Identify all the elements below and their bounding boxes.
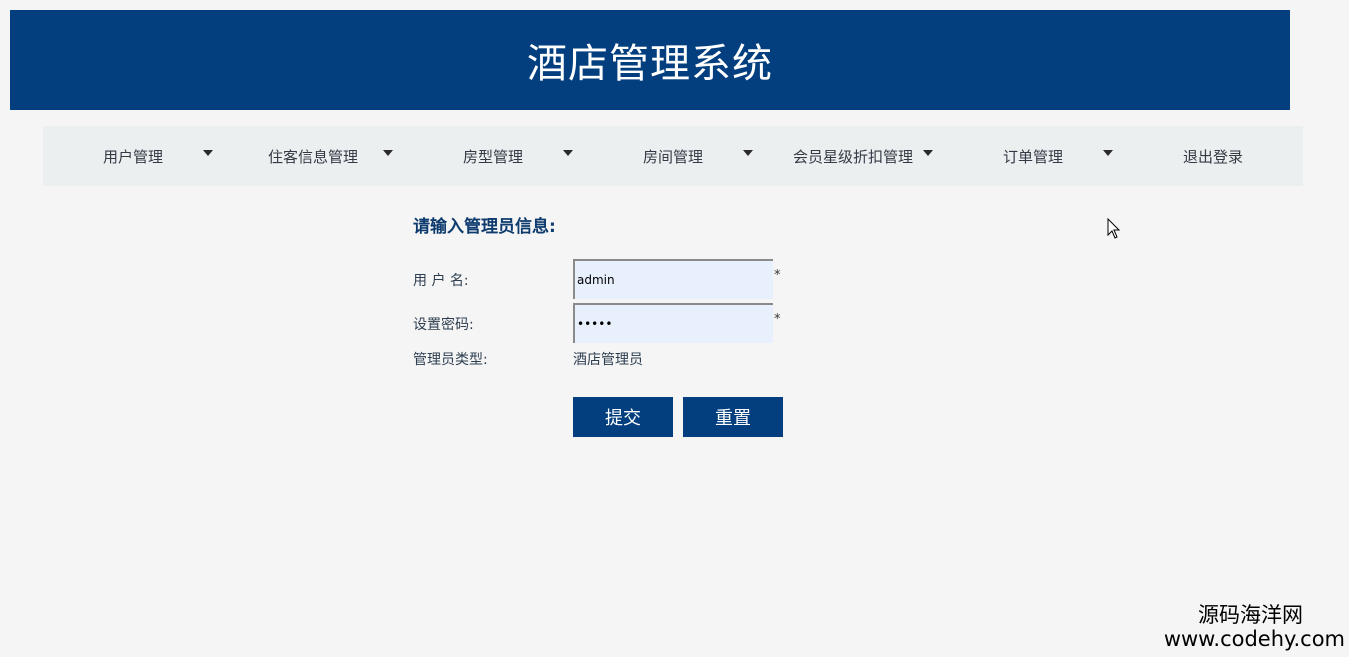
nav-item-label: 订单管理 <box>1002 147 1063 166</box>
nav-item-room-type-management[interactable]: 房型管理 <box>403 126 583 186</box>
mouse-cursor-icon <box>1107 218 1121 239</box>
admin-type-value: 酒店管理员 <box>573 352 643 368</box>
nav-item-label: 退出登录 <box>1182 147 1243 166</box>
required-mark: * <box>774 268 781 283</box>
submit-button[interactable]: 提交 <box>573 397 673 437</box>
nav-item-room-management[interactable]: 房间管理 <box>583 126 763 186</box>
nav-item-logout[interactable]: 退出登录 <box>1123 126 1303 186</box>
app-header: 酒店管理系统 <box>10 10 1290 110</box>
caret-down-icon <box>563 150 573 156</box>
admin-type-label: 管理员类型: <box>413 352 488 368</box>
caret-down-icon <box>383 150 393 156</box>
reset-button[interactable]: 重置 <box>683 397 783 437</box>
caret-down-icon <box>923 150 933 156</box>
username-label: 用 户 名: <box>413 273 469 289</box>
watermark-url: www.codehy.com <box>1163 626 1345 651</box>
nav-item-label: 房间管理 <box>642 147 703 166</box>
page-title: 酒店管理系统 <box>527 41 773 87</box>
nav-item-member-discount-management[interactable]: 会员星级折扣管理 <box>763 126 943 186</box>
caret-down-icon <box>203 150 213 156</box>
username-input[interactable] <box>573 259 773 299</box>
password-input[interactable] <box>573 303 773 343</box>
password-label: 设置密码: <box>413 317 474 333</box>
caret-down-icon <box>1103 150 1113 156</box>
required-mark: * <box>774 312 781 327</box>
nav-item-label: 用户管理 <box>102 147 163 166</box>
nav-item-order-management[interactable]: 订单管理 <box>943 126 1123 186</box>
nav-item-label: 会员星级折扣管理 <box>792 147 913 166</box>
watermark-site-name: 源码海洋网 <box>1198 602 1303 627</box>
form-title: 请输入管理员信息: <box>413 217 556 237</box>
nav-item-label: 住客信息管理 <box>267 147 358 166</box>
nav-item-user-management[interactable]: 用户管理 <box>43 126 223 186</box>
watermark: 源码海洋网 www.codehy.com <box>1164 603 1345 651</box>
main-nav: 用户管理 住客信息管理 房型管理 房间管理 会员星级折扣管理 订单管理 退出登录 <box>43 126 1303 186</box>
nav-item-guest-management[interactable]: 住客信息管理 <box>223 126 403 186</box>
nav-item-label: 房型管理 <box>462 147 523 166</box>
caret-down-icon <box>743 150 753 156</box>
